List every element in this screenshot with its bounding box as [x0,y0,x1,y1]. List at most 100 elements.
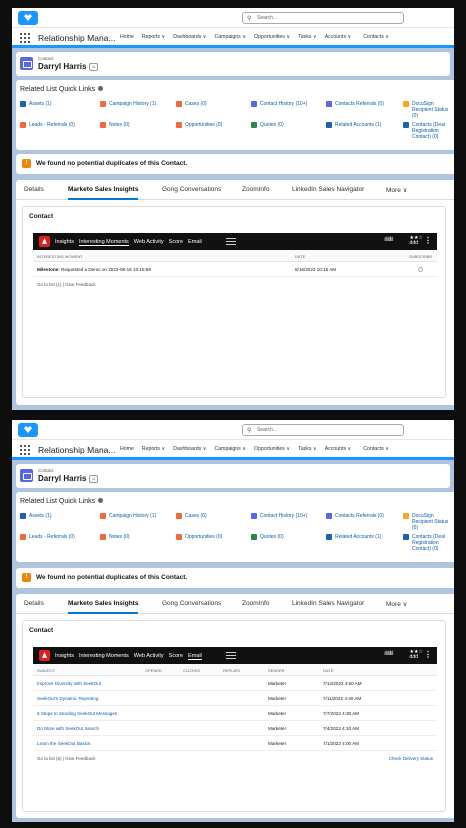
quick-link-deal-registration[interactable]: Contacts (Deal Registration Contact) (0) [403,122,454,140]
email-sender: Marketer [268,726,287,731]
marketo-tab-web-activity[interactable]: Web Activity [134,239,164,246]
tab-details[interactable]: Details [24,186,44,193]
nav-reports[interactable]: Reports ∨ [142,34,165,48]
quick-link-quotes[interactable]: Quotes (0) [251,122,284,128]
quick-link-campaign-history[interactable]: Campaign History (1) [100,513,156,519]
quick-link-cases[interactable]: Cases (6) [176,513,207,519]
marketo-tab-email[interactable]: Email [188,239,202,246]
email-subject[interactable]: SeekOut's Dynamic Reporting [37,696,98,701]
marketo-tab-web-activity[interactable]: Web Activity [134,653,164,660]
tab-linkedin-sales-navigator[interactable]: LinkedIn Sales Navigator [292,600,364,607]
email-date: 7/11/2022 4:40 AM [323,696,362,701]
chevron-down-icon: ∨ [402,187,408,194]
quick-link-contact-history[interactable]: Contact History (10+) [251,101,307,107]
quick-link-opportunities[interactable]: Opportunities (0) [176,534,222,540]
tab-linkedin-sales-navigator[interactable]: LinkedIn Sales Navigator [292,186,364,193]
quick-link-leads-referrals[interactable]: Leads - Referrals (0) [20,534,75,540]
marketo-tab-interesting-moments[interactable]: Interesting Moments [78,239,129,246]
marketo-tab-score[interactable]: Score [169,239,183,246]
quick-link-quotes[interactable]: Quotes (0) [251,534,284,540]
chevron-down-icon: ∨ [161,446,166,452]
global-search-input[interactable]: ⚲ Search... [242,12,404,24]
list-icon[interactable] [226,236,236,246]
quick-link-cases[interactable]: Cases (0) [176,101,207,107]
tab-more[interactable]: More ∨ [386,186,407,194]
salesforce-logo[interactable] [18,423,38,437]
nav-dashboards[interactable]: Dashboards ∨ [173,446,206,460]
email-subject[interactable]: Improve Diversity with SeekOut [37,681,101,686]
nav-contacts[interactable]: Contacts ∨ [359,34,394,48]
nav-dashboards[interactable]: Dashboards ∨ [173,34,206,48]
hierarchy-icon[interactable]: ⌂ [89,63,99,71]
contact-icon [326,513,332,519]
nav-campaigns[interactable]: Campaigns ∨ [215,34,247,48]
quick-link-notes[interactable]: Notes (0) [100,534,130,540]
warning-icon: ! [22,573,31,582]
table-row: Improve Diversity with SeekOut Marketer … [33,676,437,691]
marketo-tab-insights[interactable]: Insights [55,653,74,660]
history-icon [251,513,257,519]
more-actions-icon[interactable]: ⋮ [424,650,432,659]
nav-campaigns[interactable]: Campaigns ∨ [215,446,247,460]
nav-tasks[interactable]: Tasks ∨ [298,446,317,460]
marketo-tab-score[interactable]: Score [169,653,183,660]
tab-gong-conversations[interactable]: Gong Conversations [162,186,221,193]
nav-opportunities[interactable]: Opportunities ∨ [254,34,290,48]
col-replied: REPLIED [223,668,241,673]
chevron-down-icon: ∨ [202,34,207,40]
table-row: 6 Steps to Sending SeekOut Messages Mark… [33,706,437,721]
contact-icon [403,122,409,128]
nav-home[interactable]: Home [120,34,134,48]
nav-tasks[interactable]: Tasks ∨ [298,34,317,48]
quick-link-related-accounts[interactable]: Related Accounts (1) [326,534,381,540]
tab-gong-conversations[interactable]: Gong Conversations [162,600,221,607]
email-subject[interactable]: Learn the SeekOut Basics [37,741,90,746]
quick-link-assets[interactable]: Assets (1) [20,101,52,107]
nav-contacts[interactable]: Contacts ∨ [359,446,394,460]
tab-marketo-sales-insights[interactable]: Marketo Sales Insights [68,186,139,200]
global-search-input[interactable]: ⚲ Search... [242,424,404,436]
quick-link-docusign[interactable]: DocuSign Recipient Status (0) [403,513,454,531]
nav-opportunities[interactable]: Opportunities ∨ [254,446,290,460]
quick-link-deal-registration[interactable]: Contacts (Deal Registration Contact) (0) [403,534,454,552]
subscribe-toggle[interactable] [418,267,423,272]
quick-link-contact-history[interactable]: Contact History (10+) [251,513,307,519]
quick-link-leads-referrals[interactable]: Leads - Referrals (0) [20,122,75,128]
marketo-tab-email[interactable]: Email [188,653,202,660]
quick-link-campaign-history[interactable]: Campaign History (1) [100,101,156,107]
list-icon[interactable] [226,650,236,660]
nav-home[interactable]: Home [120,446,134,460]
quick-link-docusign[interactable]: DocuSign Recipient Status (0) [403,101,454,119]
col-opened: OPENED [145,668,162,673]
quick-link-related-accounts[interactable]: Related Accounts (1) [326,122,381,128]
email-subject[interactable]: Do More with SeekOut Search [37,726,99,731]
app-launcher-icon[interactable] [20,445,30,455]
email-footer-links[interactable]: Go to list (5) | Give Feedback [37,756,95,761]
tab-details[interactable]: Details [24,600,44,607]
quick-link-contacts-referrals[interactable]: Contacts Referrals (0) [326,513,384,519]
quick-link-opportunities[interactable]: Opportunities (0) [176,122,222,128]
tab-zoominfo[interactable]: ZoomInfo [242,600,269,607]
moments-footer-links[interactable]: Go to list (1) | Give Feedback [37,282,95,287]
email-sender: Marketer [268,741,287,746]
check-delivery-status-link[interactable]: Check Delivery Status [389,756,433,761]
email-sender: Marketer [268,696,287,701]
nav-accounts[interactable]: Accounts ∨ [325,446,352,460]
marketo-tab-insights[interactable]: Insights [55,239,74,246]
more-actions-icon[interactable]: ⋮ [424,236,432,245]
nav-accounts[interactable]: Accounts ∨ [325,34,352,48]
hierarchy-icon[interactable]: ⌂ [89,475,99,483]
nav-reports[interactable]: Reports ∨ [142,446,165,460]
quick-link-assets[interactable]: Assets (1) [20,513,52,519]
email-subject[interactable]: 6 Steps to Sending SeekOut Messages [37,711,117,716]
tab-zoominfo[interactable]: ZoomInfo [242,186,269,193]
app-launcher-icon[interactable] [20,33,30,43]
tab-marketo-sales-insights[interactable]: Marketo Sales Insights [68,600,139,614]
chevron-down-icon: ∨ [286,446,291,452]
chevron-down-icon: ∨ [347,34,352,40]
quick-link-contacts-referrals[interactable]: Contacts Referrals (0) [326,101,384,107]
marketo-tab-interesting-moments[interactable]: Interesting Moments [79,653,129,660]
salesforce-logo[interactable] [18,11,38,25]
tab-more[interactable]: More ∨ [386,600,407,608]
quick-link-notes[interactable]: Notes (0) [100,122,130,128]
